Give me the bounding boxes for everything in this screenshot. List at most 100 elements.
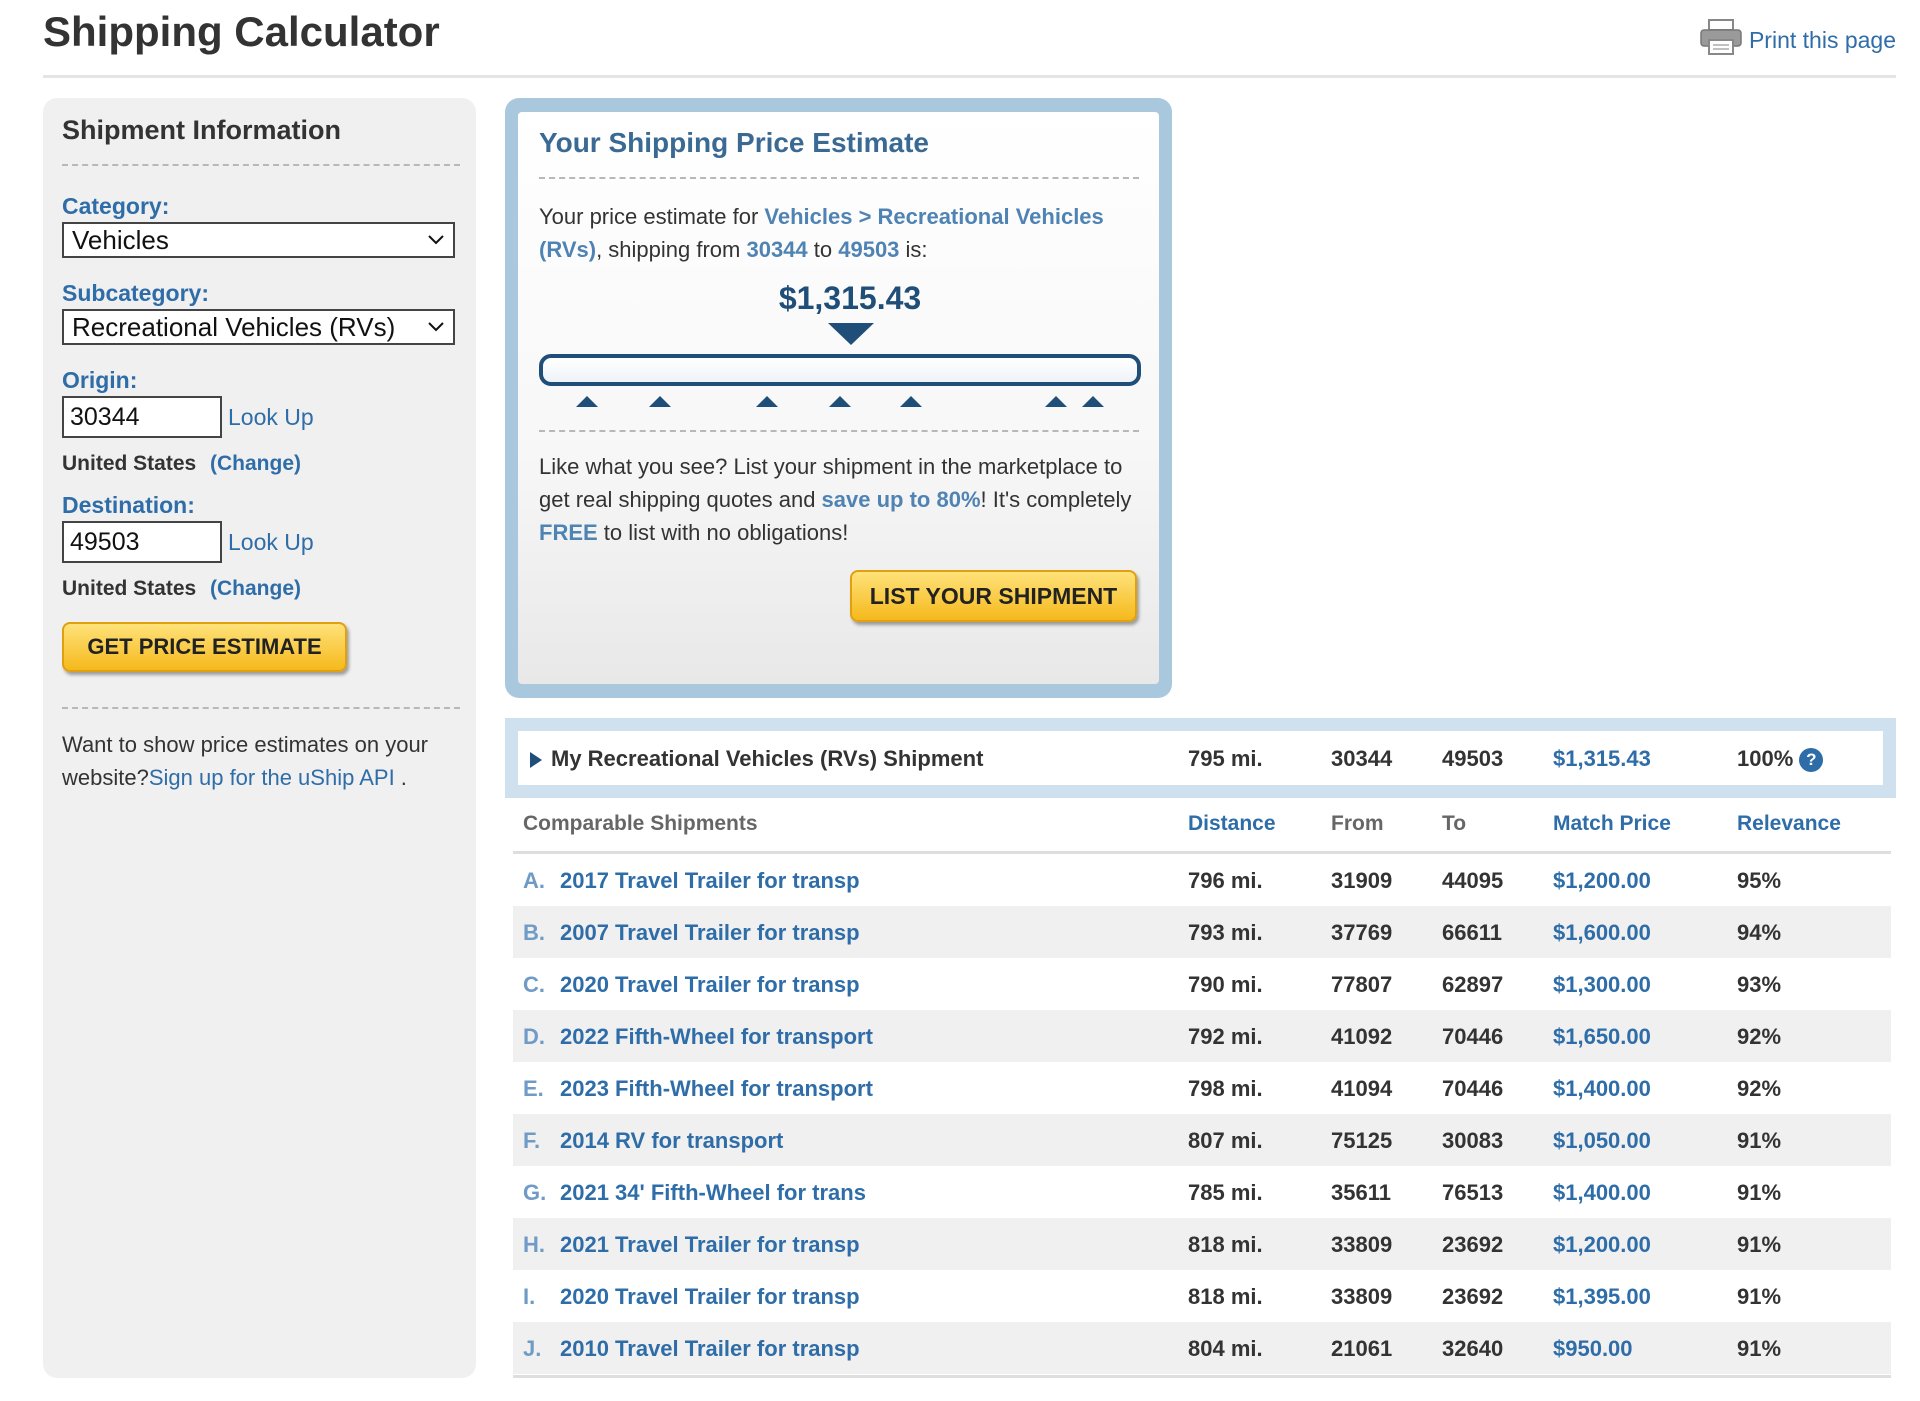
row-shipment-link[interactable]: 2021 Travel Trailer for transp	[560, 1232, 860, 1258]
table-row[interactable]: F. 2014 RV for transport 807 mi. 75125 3…	[513, 1114, 1891, 1166]
origin-change-link[interactable]: (Change)	[210, 452, 301, 476]
row-shipment-link[interactable]: 2010 Travel Trailer for transp	[560, 1336, 860, 1362]
destination-input[interactable]: 49503	[62, 521, 222, 563]
row-to: 70446	[1442, 1024, 1504, 1049]
col-header-from: From	[1331, 812, 1384, 835]
row-shipment-link[interactable]: 2023 Fifth-Wheel for transport	[560, 1076, 873, 1102]
row-distance: 796 mi.	[1188, 868, 1263, 893]
my-shipment-from: 30344	[1331, 746, 1393, 771]
row-shipment-link[interactable]: 2022 Fifth-Wheel for transport	[560, 1024, 873, 1050]
row-from: 41094	[1331, 1076, 1393, 1101]
cta-text: ! It's completely	[980, 487, 1132, 512]
row-from: 41092	[1331, 1024, 1393, 1049]
col-header-name: Comparable Shipments	[523, 812, 758, 835]
intro-text: to	[807, 237, 839, 262]
subcategory-label: Subcategory:	[62, 280, 209, 306]
my-shipment-price: $1,315.43	[1553, 746, 1651, 771]
cta-highlight: FREE	[539, 520, 598, 545]
sidebar-divider	[62, 707, 460, 709]
api-promo: Want to show price estimates on your web…	[62, 728, 462, 794]
row-relevance: 95%	[1737, 868, 1782, 893]
row-price: $1,300.00	[1553, 972, 1651, 997]
price-pointer-icon	[828, 323, 874, 345]
row-letter: H.	[523, 1232, 545, 1257]
api-signup-link[interactable]: Sign up for the uShip API	[149, 765, 395, 790]
row-to: 66611	[1442, 920, 1502, 945]
table-row[interactable]: H. 2021 Travel Trailer for transp 818 mi…	[513, 1218, 1891, 1270]
row-relevance: 91%	[1737, 1180, 1782, 1205]
subcategory-select[interactable]: Recreational Vehicles (RVs)	[62, 309, 455, 345]
destination-lookup-link[interactable]: Look Up	[228, 529, 314, 556]
origin-input[interactable]: 30344	[62, 396, 222, 438]
my-shipment-distance: 795 mi.	[1188, 746, 1263, 771]
category-label: Category:	[62, 193, 170, 219]
row-letter: E.	[523, 1076, 544, 1101]
marketplace-cta-text: Like what you see? List your shipment in…	[539, 450, 1149, 549]
api-suffix: .	[394, 765, 407, 790]
chevron-down-icon	[427, 315, 445, 345]
destination-change-link[interactable]: (Change)	[210, 577, 301, 601]
row-from: 37769	[1331, 920, 1393, 945]
table-row[interactable]: G. 2021 34' Fifth-Wheel for trans 785 mi…	[513, 1166, 1891, 1218]
row-from: 21061	[1331, 1336, 1393, 1361]
my-shipment-title[interactable]: My Recreational Vehicles (RVs) Shipment	[551, 746, 983, 772]
table-row[interactable]: I. 2020 Travel Trailer for transp 818 mi…	[513, 1270, 1891, 1322]
row-distance: 792 mi.	[1188, 1024, 1263, 1049]
row-relevance: 91%	[1737, 1336, 1782, 1361]
row-shipment-link[interactable]: 2007 Travel Trailer for transp	[560, 920, 860, 946]
row-shipment-link[interactable]: 2020 Travel Trailer for transp	[560, 1284, 860, 1310]
col-header-price[interactable]: Match Price	[1553, 812, 1671, 836]
row-shipment-link[interactable]: 2014 RV for transport	[560, 1128, 783, 1154]
row-shipment-link[interactable]: 2021 34' Fifth-Wheel for trans	[560, 1180, 866, 1206]
row-to: 32640	[1442, 1336, 1504, 1361]
col-header-relevance[interactable]: Relevance	[1737, 812, 1841, 836]
list-your-shipment-button[interactable]: LIST YOUR SHIPMENT	[850, 570, 1137, 622]
to-zip: 49503	[838, 237, 900, 262]
row-price: $1,200.00	[1553, 1232, 1651, 1257]
print-link[interactable]: Print this page	[1699, 18, 1896, 62]
row-relevance: 91%	[1737, 1232, 1782, 1257]
row-relevance: 92%	[1737, 1024, 1782, 1049]
table-row[interactable]: A. 2017 Travel Trailer for transp 796 mi…	[513, 854, 1891, 906]
row-relevance: 94%	[1737, 920, 1782, 945]
row-distance: 798 mi.	[1188, 1076, 1263, 1101]
row-shipment-link[interactable]: 2020 Travel Trailer for transp	[560, 972, 860, 998]
row-relevance: 92%	[1737, 1076, 1782, 1101]
question-circle-icon[interactable]: ?	[1799, 748, 1824, 773]
row-relevance: 91%	[1737, 1128, 1782, 1153]
destination-label: Destination:	[62, 492, 195, 518]
comparable-marker-icon	[1045, 396, 1067, 407]
get-price-estimate-button[interactable]: GET PRICE ESTIMATE	[62, 622, 347, 672]
sidebar-heading: Shipment Information	[62, 115, 341, 145]
my-shipment-relevance-cell: 100%?	[1737, 746, 1824, 773]
table-row[interactable]: B. 2007 Travel Trailer for transp 793 mi…	[513, 906, 1891, 958]
estimate-intro: Your price estimate for Vehicles > Recre…	[539, 200, 1149, 266]
comparable-marker-icon	[649, 396, 671, 407]
row-from: 33809	[1331, 1284, 1393, 1309]
table-row[interactable]: J. 2010 Travel Trailer for transp 804 mi…	[513, 1322, 1891, 1374]
row-distance: 818 mi.	[1188, 1232, 1263, 1257]
row-to: 30083	[1442, 1128, 1504, 1153]
row-shipment-link[interactable]: 2017 Travel Trailer for transp	[560, 868, 860, 894]
cta-text: to list with no obligations!	[597, 520, 849, 545]
header-divider	[43, 75, 1896, 78]
row-distance: 793 mi.	[1188, 920, 1263, 945]
origin-lookup-link[interactable]: Look Up	[228, 404, 314, 431]
row-to: 76513	[1442, 1180, 1504, 1205]
row-from: 33809	[1331, 1232, 1393, 1257]
table-row[interactable]: D. 2022 Fifth-Wheel for transport 792 mi…	[513, 1010, 1891, 1062]
comparable-marker-icon	[1082, 396, 1104, 407]
category-select[interactable]: Vehicles	[62, 222, 455, 258]
row-price: $950.00	[1553, 1336, 1633, 1361]
row-letter: A.	[523, 868, 545, 893]
table-row[interactable]: C. 2020 Travel Trailer for transp 790 mi…	[513, 958, 1891, 1010]
row-to: 23692	[1442, 1232, 1504, 1257]
col-header-distance[interactable]: Distance	[1188, 812, 1276, 836]
row-distance: 785 mi.	[1188, 1180, 1263, 1205]
estimate-divider	[539, 430, 1139, 432]
row-letter: C.	[523, 972, 545, 997]
row-to: 70446	[1442, 1076, 1504, 1101]
table-row[interactable]: E. 2023 Fifth-Wheel for transport 798 mi…	[513, 1062, 1891, 1114]
triangle-right-icon[interactable]	[530, 752, 542, 773]
estimate-divider	[539, 177, 1139, 179]
